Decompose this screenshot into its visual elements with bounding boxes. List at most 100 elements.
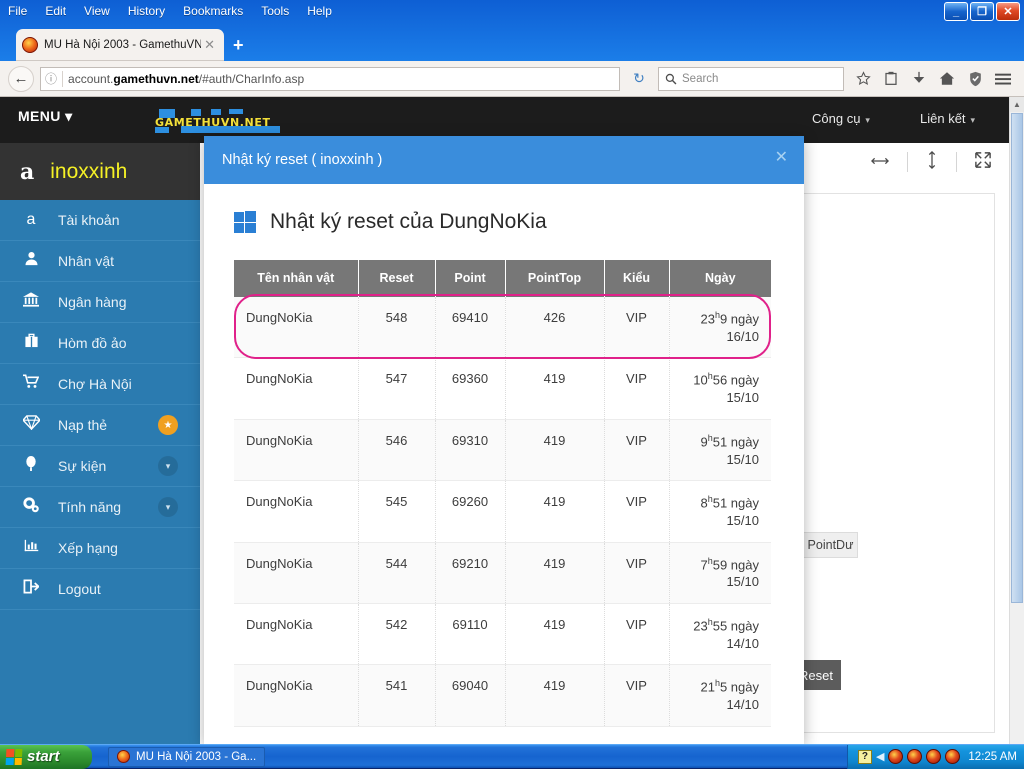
site-info-icon[interactable]: ⓘ: [45, 70, 57, 87]
resize-horizontal-icon[interactable]: [871, 154, 889, 171]
toolbar-divider: [956, 152, 957, 172]
header-link-lienket[interactable]: Liên kết ▾: [920, 111, 975, 126]
menu-edit[interactable]: Edit: [45, 4, 66, 18]
maximize-button[interactable]: ❐: [970, 2, 994, 21]
site-logo[interactable]: GAMETHUVN.NET: [155, 109, 280, 133]
modal-close-icon[interactable]: ✕: [775, 147, 788, 167]
cell-point-top: 419: [505, 603, 605, 666]
modal-title: Nhật ký reset ( inoxxinh ): [222, 152, 383, 168]
scrollbar-thumb[interactable]: [1011, 113, 1023, 603]
expand-icon[interactable]: [975, 152, 991, 172]
table-row[interactable]: DungNoKia 541 69040 419 VIP 21h5 ngày 14/10: [234, 664, 771, 727]
menu-help[interactable]: Help: [307, 4, 332, 18]
mu-icon[interactable]: [888, 749, 904, 764]
column-header-ten-nhan-vat[interactable]: Tên nhân vật: [234, 260, 359, 297]
cell-date: 23h55 ngày 14/10: [669, 603, 771, 666]
mu-icon[interactable]: [907, 749, 923, 764]
cell-character-name: DungNoKia: [234, 480, 359, 543]
cell-kieu: VIP: [604, 603, 670, 666]
shield-icon[interactable]: [962, 66, 988, 92]
sidebar-user-block[interactable]: a inoxxinh: [0, 143, 200, 200]
menu-view[interactable]: View: [84, 4, 110, 18]
table-row[interactable]: DungNoKia 546 69310 419 VIP 9h51 ngày 15/10: [234, 419, 771, 482]
column-header-point[interactable]: Point: [435, 260, 506, 297]
logo-text: GAMETHUVN.NET: [155, 116, 271, 129]
url-bar[interactable]: ⓘ account.gamethuvn.net/#auth/CharInfo.a…: [40, 66, 620, 91]
column-header-ngay[interactable]: Ngày: [669, 260, 771, 297]
search-placeholder: Search: [682, 72, 719, 85]
modal-header: Nhật ký reset ( inoxxinh ) ✕: [204, 136, 804, 184]
sidebar-item-ngan-hang[interactable]: Ngân hàng: [0, 282, 200, 323]
sidebar-username: inoxxinh: [50, 159, 128, 183]
resize-vertical-icon[interactable]: [926, 151, 938, 173]
menu-bookmarks[interactable]: Bookmarks: [183, 4, 243, 18]
menu-tools[interactable]: Tools: [261, 4, 289, 18]
column-header-reset[interactable]: Reset: [358, 260, 436, 297]
column-header-kieu[interactable]: Kiểu: [604, 260, 670, 297]
show-hidden-icons-chevron[interactable]: ◀: [876, 750, 884, 763]
sidebar-item-logout[interactable]: Logout: [0, 569, 200, 610]
start-button[interactable]: start: [0, 744, 92, 769]
sidebar-item-nhan-vat[interactable]: Nhân vật: [0, 241, 200, 282]
close-button[interactable]: ✕: [996, 2, 1020, 21]
background-toolbar: [871, 151, 991, 173]
chevron-down-icon[interactable]: ▾: [158, 497, 178, 517]
sidebar-item-nap-the[interactable]: Nạp thẻ ★: [0, 405, 200, 446]
table-row[interactable]: DungNoKia 544 69210 419 VIP 7h59 ngày 15/10: [234, 542, 771, 604]
hamburger-menu-icon[interactable]: [990, 66, 1016, 92]
page-viewport: MENU ▾ GAMETHUVN.NET Công cụ ▾ Liên kết ▾ …: [0, 97, 1024, 744]
mu-icon[interactable]: [926, 749, 942, 764]
sidebar-item-label: Tài khoản: [58, 212, 120, 228]
taskbar-item[interactable]: MU Hà Nội 2003 - Ga...: [108, 746, 266, 767]
background-panel: [790, 193, 995, 733]
tab-favicon-icon: [22, 37, 38, 53]
sidebar-item-label: Logout: [58, 581, 101, 597]
chevron-down-icon[interactable]: ▾: [158, 456, 178, 476]
balloon-icon: [20, 456, 42, 476]
cell-reset: 545: [358, 480, 436, 543]
site-menu-button[interactable]: MENU ▾: [18, 108, 73, 125]
search-input[interactable]: Search: [658, 66, 844, 91]
browser-toolbar-icons: [850, 66, 1016, 92]
table-row[interactable]: DungNoKia 542 69110 419 VIP 23h55 ngày 14/10: [234, 603, 771, 666]
home-icon[interactable]: [934, 66, 960, 92]
back-button[interactable]: ←: [8, 65, 34, 92]
new-tab-button[interactable]: +: [233, 36, 244, 54]
cell-kieu: VIP: [604, 480, 670, 543]
help-icon[interactable]: ?: [857, 749, 872, 764]
cell-date: 21h5 ngày 14/10: [669, 664, 771, 727]
system-tray: ? ◀ 12:25 AM: [846, 744, 1024, 769]
bookmark-star-icon[interactable]: [850, 66, 876, 92]
scroll-up-arrow-icon[interactable]: ▲: [1010, 97, 1024, 112]
sidebar-item-tinh-nang[interactable]: Tính năng ▾: [0, 487, 200, 528]
reload-button[interactable]: ↻: [626, 70, 652, 87]
downloads-icon[interactable]: [906, 66, 932, 92]
cell-character-name: DungNoKia: [234, 419, 359, 482]
cell-point-top: 419: [505, 542, 605, 604]
tab-close-icon[interactable]: ✕: [201, 37, 218, 53]
gear-icon: [20, 496, 42, 518]
mu-icon[interactable]: [945, 749, 961, 764]
browser-window: File Edit View History Bookmarks Tools H…: [0, 0, 1024, 744]
sidebar-item-su-kien[interactable]: Sự kiện ▾: [0, 446, 200, 487]
sidebar-item-tai-khoan[interactable]: a Tài khoản: [0, 200, 200, 241]
column-header-pointtop[interactable]: PointTop: [505, 260, 605, 297]
sidebar-item-xep-hang[interactable]: Xếp hạng: [0, 528, 200, 569]
header-link-congcu[interactable]: Công cụ ▾: [812, 111, 870, 126]
page-scrollbar[interactable]: ▲: [1009, 97, 1024, 744]
minimize-button[interactable]: _: [944, 2, 968, 21]
cell-point: 69110: [435, 603, 506, 666]
table-row[interactable]: DungNoKia 545 69260 419 VIP 8h51 ngày 15/10: [234, 480, 771, 543]
sidebar-item-hom-do-ao[interactable]: Hòm đồ ảo: [0, 323, 200, 364]
cell-character-name: DungNoKia: [234, 542, 359, 604]
sidebar-item-cho-ha-noi[interactable]: Chợ Hà Nội: [0, 364, 200, 405]
diamond-icon: [20, 415, 42, 435]
menu-file[interactable]: File: [8, 4, 27, 18]
menu-history[interactable]: History: [128, 4, 165, 18]
table-row[interactable]: DungNoKia 548 69410 426 VIP 23h9 ngày 16/10: [234, 296, 771, 359]
windows-taskbar: start MU Hà Nội 2003 - Ga... ? ◀ 12:25 A…: [0, 744, 1024, 769]
bar-chart-icon: [20, 538, 42, 558]
reader-icon[interactable]: [878, 66, 904, 92]
table-row[interactable]: DungNoKia 547 69360 419 VIP 10h56 ngày 15/10: [234, 357, 771, 420]
browser-tab[interactable]: MU Hà Nội 2003 - GamethuVN... ✕: [16, 29, 224, 61]
